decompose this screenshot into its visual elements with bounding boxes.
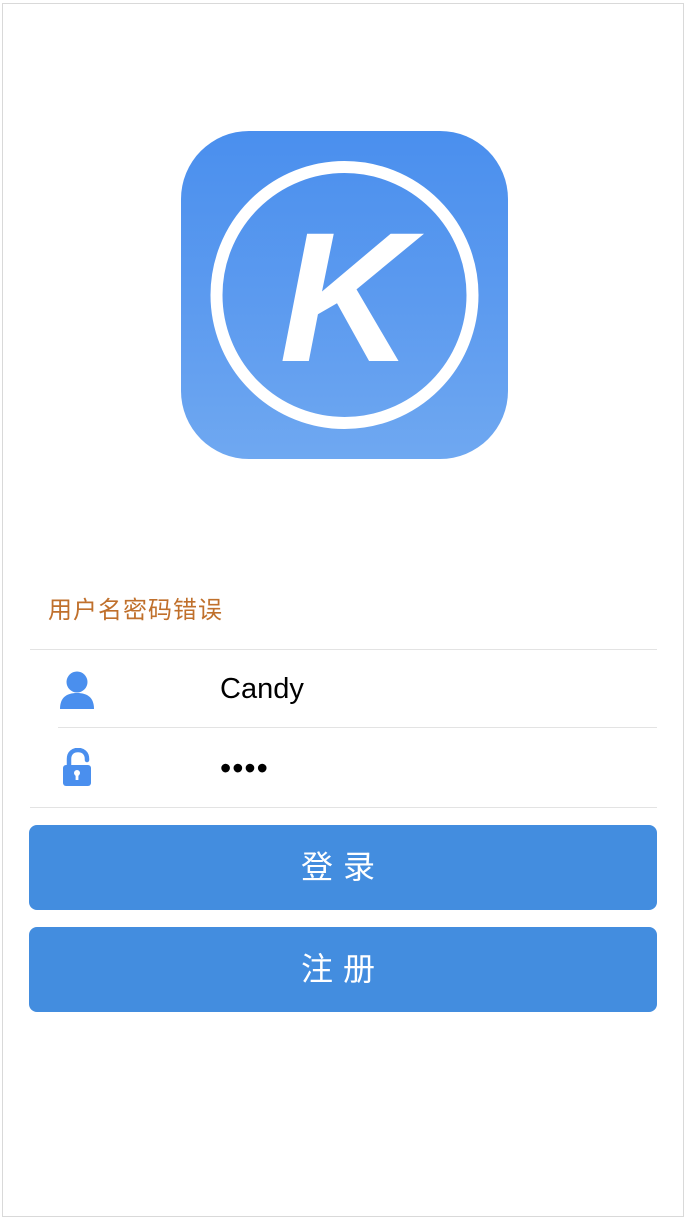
logo-letter: K (279, 195, 424, 401)
divider (30, 807, 657, 808)
k-logo-icon: K (210, 161, 479, 429)
password-input[interactable]: •••• (220, 750, 269, 787)
username-input[interactable] (220, 650, 640, 728)
register-button[interactable]: 注册 (29, 927, 657, 1012)
username-row (30, 650, 657, 728)
error-message: 用户名密码错误 (48, 596, 223, 624)
user-icon (58, 670, 96, 710)
app-logo: K (181, 131, 508, 459)
password-row: •••• (30, 728, 657, 806)
unlocked-padlock-icon (58, 747, 96, 788)
login-button[interactable]: 登录 (29, 825, 657, 910)
